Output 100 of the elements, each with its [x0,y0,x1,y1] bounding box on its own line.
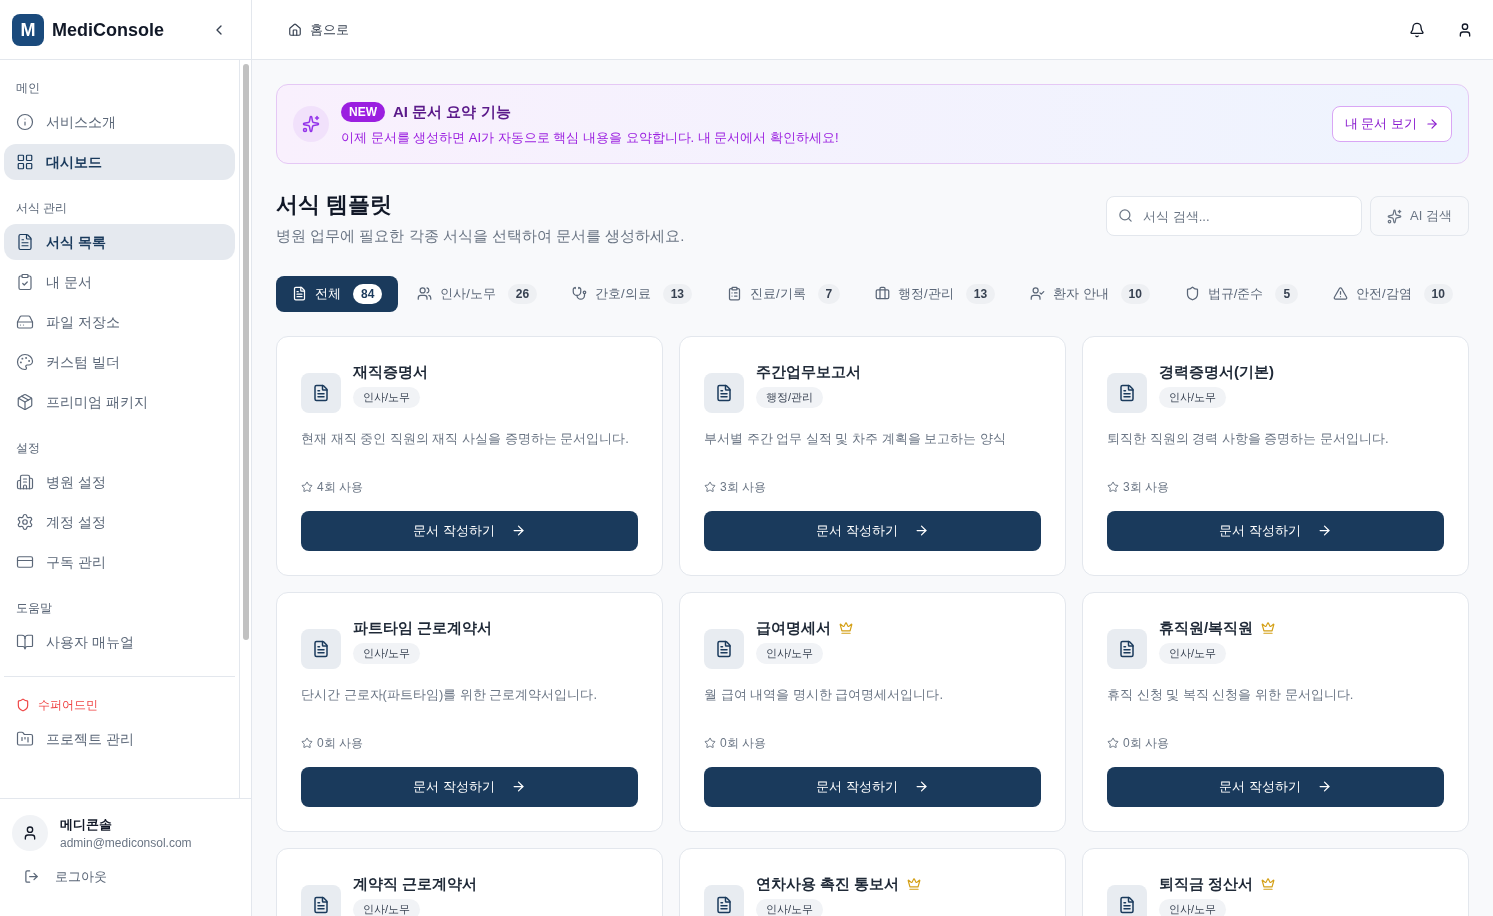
create-document-button[interactable]: 문서 작성하기 [301,766,638,807]
sidebar-item[interactable]: 내 문서 [4,264,235,300]
section-label: 메인 [15,80,41,97]
category-tag: 인사/노무 [353,643,421,664]
arrow-icon [1316,523,1332,538]
document-icon [301,372,341,413]
template-title: 경력증명서(기본) [1159,361,1274,382]
category-tab[interactable]: 행정/관리 13 [859,275,1012,312]
banner-text: 이제 문서를 생성하면 AI가 자동으로 핵심 내용을 요약합니다. 내 문서에서 확인하세요! [341,128,839,147]
nav-icon [16,633,34,651]
create-document-button[interactable]: 문서 작성하기 [704,766,1041,807]
template-description: 월 급여 내역을 명시한 급여명세서입니다. [704,685,945,704]
sidebar-item[interactable]: 파일 저장소 [4,304,235,340]
arrow-icon [510,779,526,794]
create-document-button[interactable]: 문서 작성하기 [1107,510,1444,551]
arrow-icon [510,523,526,538]
usage-count: 0회 사용 [720,734,766,751]
category-icon [1029,286,1045,301]
sidebar-item[interactable]: 계정 설정 [4,504,235,540]
usage-count: 0회 사용 [317,734,363,751]
usage-count: 0회 사용 [1123,734,1169,751]
usage-count: 4회 사용 [317,478,363,495]
star-icon [704,736,716,749]
sparkle-icon [1387,208,1403,224]
template-description: 부서별 주간 업무 실적 및 차주 계획을 보고하는 양식 [704,429,1007,448]
template-title: 계약직 근로계약서 [353,873,478,894]
category-icon [292,286,307,301]
sidebar-item[interactable]: 서식 목록 [4,224,235,260]
arrow-icon [913,523,929,538]
template-description: 현재 재직 중인 직원의 재직 사실을 증명하는 문서입니다. [301,429,630,448]
document-icon [704,628,744,669]
document-icon [301,628,341,669]
section-label: 서식 관리 [15,200,69,217]
template-title: 파트타임 근로계약서 [353,617,493,638]
create-document-button[interactable]: 문서 작성하기 [1107,766,1444,807]
arrow-icon [1316,779,1332,794]
app-name: MediConsole [52,18,164,42]
shield-icon [16,698,30,712]
scrollbar[interactable] [239,60,251,798]
notification-icon[interactable] [1409,21,1425,38]
nav-icon [16,153,34,171]
sparkle-icon [293,106,329,142]
logo: M [12,13,44,46]
page-subtitle: 병원 업무에 필요한 각종 서식을 선택하여 문서를 생성하세요. [276,226,685,246]
sidebar-item[interactable]: 대시보드 [4,144,235,180]
category-tag: 인사/노무 [1159,643,1227,664]
category-tag: 행정/관리 [756,387,824,408]
ai-search-button[interactable]: AI 검색 [1370,196,1469,236]
logout-icon [24,869,39,885]
category-tab[interactable]: 진료/기록 7 [710,275,857,312]
nav-icon [16,513,34,531]
banner-title: AI 문서 요약 기능 [393,102,511,122]
nav-icon [16,233,34,251]
search-field[interactable]: 서식 검색... [1106,196,1363,236]
sidebar-item[interactable]: 프리미엄 패키지 [4,384,235,420]
avatar [12,815,48,851]
template-description: 휴직 신청 및 복직 신청을 위한 문서입니다. [1107,685,1355,704]
template-title: 주간업무보고서 [756,361,861,382]
nav-icon [16,473,34,491]
sidebar-item[interactable]: 프로젝트 관리 [4,721,235,757]
section-label: 도움말 [15,600,53,617]
star-icon [1107,480,1119,493]
document-icon [704,372,744,413]
sidebar-item[interactable]: 구독 관리 [4,544,235,580]
user-icon[interactable] [1457,21,1473,38]
category-tab[interactable]: 안전/감염 10 [1316,275,1469,312]
category-tab[interactable]: 전체 84 [276,275,399,312]
logout-button[interactable]: 로그아웃 [16,863,115,891]
category-icon [1184,286,1200,301]
nav-icon [16,113,34,131]
nav-icon [16,730,34,748]
template-title: 휴직원/복직원 [1159,617,1254,638]
new-badge: NEW [341,102,385,123]
create-document-button[interactable]: 문서 작성하기 [704,510,1041,551]
star-icon [1107,736,1119,749]
search-icon [1118,208,1134,223]
usage-count: 3회 사용 [720,478,766,495]
create-document-button[interactable]: 문서 작성하기 [301,510,638,551]
star-icon [301,480,313,493]
template-description: 단시간 근로자(파트타임)를 위한 근로계약서입니다. [301,685,599,704]
page-title: 서식 템플릿 [276,191,394,219]
sidebar-item[interactable]: 커스텀 빌더 [4,344,235,380]
category-icon [417,286,433,301]
category-tab[interactable]: 법규/준수 5 [1168,275,1315,312]
nav-icon [16,553,34,571]
my-documents-button[interactable]: 내 문서 보기 [1331,106,1452,142]
sidebar-item[interactable]: 병원 설정 [4,464,235,500]
template-description: 퇴직한 직원의 경력 사항을 증명하는 문서입니다. [1107,429,1390,448]
template-title: 퇴직금 정산서 [1159,873,1254,894]
document-icon [1107,372,1147,413]
category-tab[interactable]: 인사/노무 26 [401,275,554,312]
sidebar-item[interactable]: 서비스소개 [4,104,235,140]
sidebar-item[interactable]: 사용자 매뉴얼 [4,624,235,660]
user-email: admin@mediconsol.com [60,834,192,851]
category-tag: 인사/노무 [756,899,824,916]
category-tab[interactable]: 환자 안내 10 [1013,275,1166,312]
category-tab[interactable]: 간호/의료 13 [556,275,709,312]
home-link[interactable]: 홈으로 [288,19,349,40]
category-tag: 인사/노무 [756,643,824,664]
category-tag: 인사/노무 [353,387,421,408]
